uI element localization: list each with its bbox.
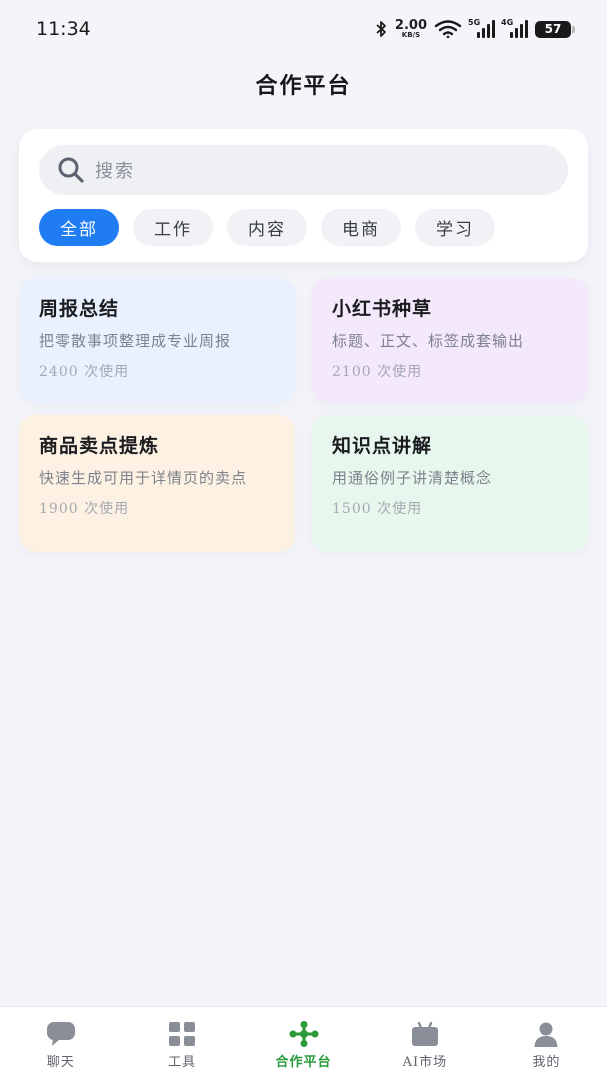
card-usage-count: 1900 次使用 [39, 501, 130, 517]
grid-icon [169, 1022, 196, 1046]
profile-icon [534, 1022, 558, 1047]
template-card[interactable]: 小红书种草 标题、正文、标签成套输出 2100 次使用 [312, 278, 588, 402]
network-speed: 2.00 KB/S [394, 18, 427, 39]
search-input[interactable]: 搜索 [39, 145, 568, 195]
tab-ai-market[interactable]: AI市场 [364, 1007, 485, 1080]
filter-chip-study[interactable]: 学习 [415, 209, 495, 246]
card-description: 用通俗例子讲清楚概念 [332, 469, 493, 487]
card-description: 把零散事项整理成专业周报 [39, 332, 232, 350]
card-description: 快速生成可用于详情页的卖点 [39, 469, 248, 487]
chat-icon [46, 1022, 75, 1046]
filter-chip-ecommerce[interactable]: 电商 [321, 209, 401, 246]
card-title: 周报总结 [39, 298, 120, 320]
cooperation-icon [289, 1021, 319, 1047]
card-title: 商品卖点提炼 [39, 435, 160, 457]
tab-profile[interactable]: 我的 [486, 1007, 607, 1080]
market-icon [411, 1021, 438, 1046]
battery-icon: 57 [535, 20, 575, 38]
status-time: 11:34 [36, 18, 91, 40]
bottom-tab-bar: 聊天 工具 合作平台 AI市场 我的 [0, 1006, 607, 1080]
signal-4g-icon: 4G [501, 18, 528, 38]
status-icons: 2.00 KB/S 5G 4G 57 [374, 18, 575, 39]
tab-label: 合作平台 [275, 1055, 332, 1070]
card-title: 知识点讲解 [332, 435, 433, 457]
card-title: 小红书种草 [332, 298, 433, 320]
template-card[interactable]: 知识点讲解 用通俗例子讲清楚概念 1500 次使用 [312, 415, 588, 552]
filter-chip-work[interactable]: 工作 [133, 209, 213, 246]
signal-5g-icon: 5G [468, 18, 495, 38]
tab-tools[interactable]: 工具 [121, 1007, 242, 1080]
tab-label: AI市场 [402, 1055, 448, 1070]
search-placeholder: 搜索 [95, 161, 135, 182]
filter-chips: 全部 工作 内容 电商 学习 [39, 209, 495, 246]
tab-chat[interactable]: 聊天 [0, 1007, 121, 1080]
tab-label: 我的 [532, 1055, 561, 1070]
bluetooth-icon [376, 21, 386, 37]
card-usage-count: 2400 次使用 [39, 364, 130, 380]
filter-chip-all[interactable]: 全部 [39, 209, 119, 246]
page-title: 合作平台 [255, 73, 352, 99]
status-bar: 11:34 2.00 KB/S 5G 4G 57 [0, 0, 607, 58]
filter-chip-content[interactable]: 内容 [227, 209, 307, 246]
wifi-icon [434, 20, 462, 38]
search-panel: 搜索 全部 工作 内容 电商 学习 [19, 129, 588, 262]
card-usage-count: 1500 次使用 [332, 501, 423, 517]
tab-cooperation-platform[interactable]: 合作平台 [243, 1007, 364, 1080]
template-card[interactable]: 周报总结 把零散事项整理成专业周报 2400 次使用 [19, 278, 295, 402]
search-icon [58, 157, 84, 183]
tab-label: 聊天 [46, 1055, 75, 1070]
card-description: 标题、正文、标签成套输出 [332, 332, 525, 350]
tab-label: 工具 [168, 1055, 197, 1070]
template-card[interactable]: 商品卖点提炼 快速生成可用于详情页的卖点 1900 次使用 [19, 415, 295, 552]
card-usage-count: 2100 次使用 [332, 364, 423, 380]
